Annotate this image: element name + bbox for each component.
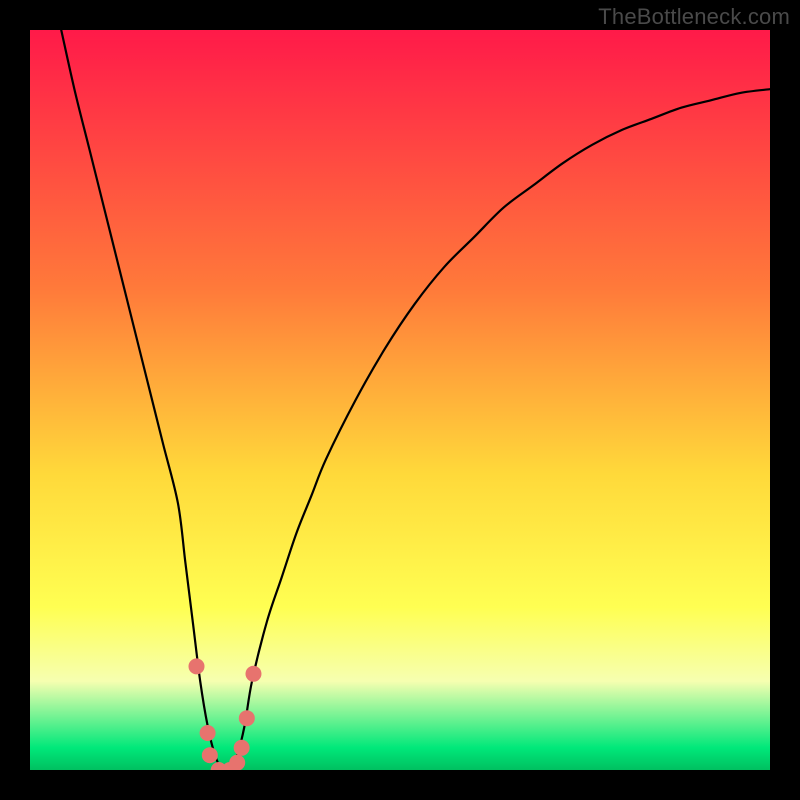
curve-marker-dot bbox=[245, 666, 261, 682]
curve-marker-dot bbox=[202, 747, 218, 763]
curve-marker-dot bbox=[239, 710, 255, 726]
curve-marker-dot bbox=[229, 755, 245, 770]
plot-area bbox=[30, 30, 770, 770]
curve-marker-dot bbox=[234, 740, 250, 756]
curve-marker-dot bbox=[189, 658, 205, 674]
chart-frame: TheBottleneck.com bbox=[0, 0, 800, 800]
gradient-background bbox=[30, 30, 770, 770]
watermark-text: TheBottleneck.com bbox=[598, 4, 790, 30]
curve-marker-dot bbox=[200, 725, 216, 741]
chart-svg bbox=[30, 30, 770, 770]
